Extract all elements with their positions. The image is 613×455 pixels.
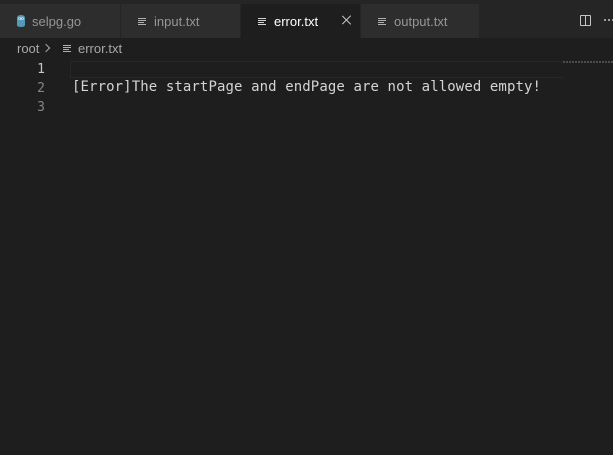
tab-input-txt[interactable]: input.txt [121,4,241,38]
tab-error-txt[interactable]: error.txt [241,4,361,38]
text-file-icon [138,16,148,26]
close-icon[interactable] [340,13,354,27]
line-number: 2 [37,81,45,96]
current-line-highlight [70,61,563,78]
tab-label: output.txt [394,13,448,29]
tab-bar: selpg.go input.txt error.txt output.txt [0,0,613,38]
tab-selpg-go[interactable]: selpg.go [0,4,121,38]
breadcrumb-root[interactable]: root [17,41,39,56]
more-actions-icon[interactable] [604,19,613,22]
breadcrumb-file[interactable]: error.txt [78,41,122,56]
line-number: 3 [37,100,45,115]
tab-label: input.txt [154,13,200,29]
tab-label: error.txt [274,13,319,29]
editor[interactable]: 1 2 3 [Error]The startPage and endPage a… [0,60,613,455]
minimap[interactable] [563,61,613,63]
tab-output-txt[interactable]: output.txt [361,4,480,38]
line-number: 1 [37,62,45,77]
chevron-right-icon [41,43,51,53]
breadcrumb: root error.txt [0,38,613,60]
code-line[interactable]: [Error]The startPage and endPage are not… [72,79,541,95]
tab-label: selpg.go [32,13,82,29]
split-editor-icon[interactable] [580,15,591,26]
text-file-icon [378,16,388,26]
gopher-icon [16,15,26,27]
text-file-icon [258,16,268,26]
text-file-icon [63,44,73,54]
